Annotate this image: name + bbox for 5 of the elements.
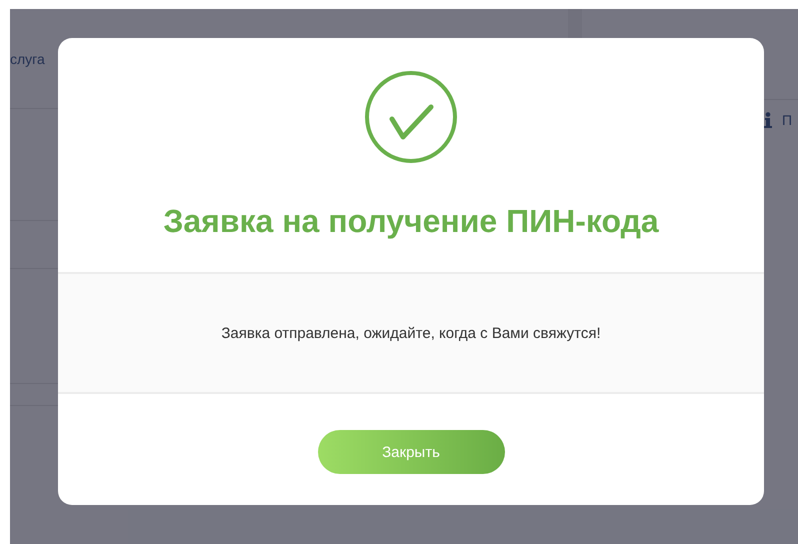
side-link[interactable]: П xyxy=(782,112,792,128)
close-button[interactable]: Закрыть xyxy=(318,430,504,474)
dialog-message: Заявка отправлена, ожидайте, когда с Вами свяжутся! xyxy=(221,324,601,342)
dialog-title: Заявка на получение ПИН-кода xyxy=(163,203,659,240)
nav-link[interactable]: слуга xyxy=(10,50,45,66)
